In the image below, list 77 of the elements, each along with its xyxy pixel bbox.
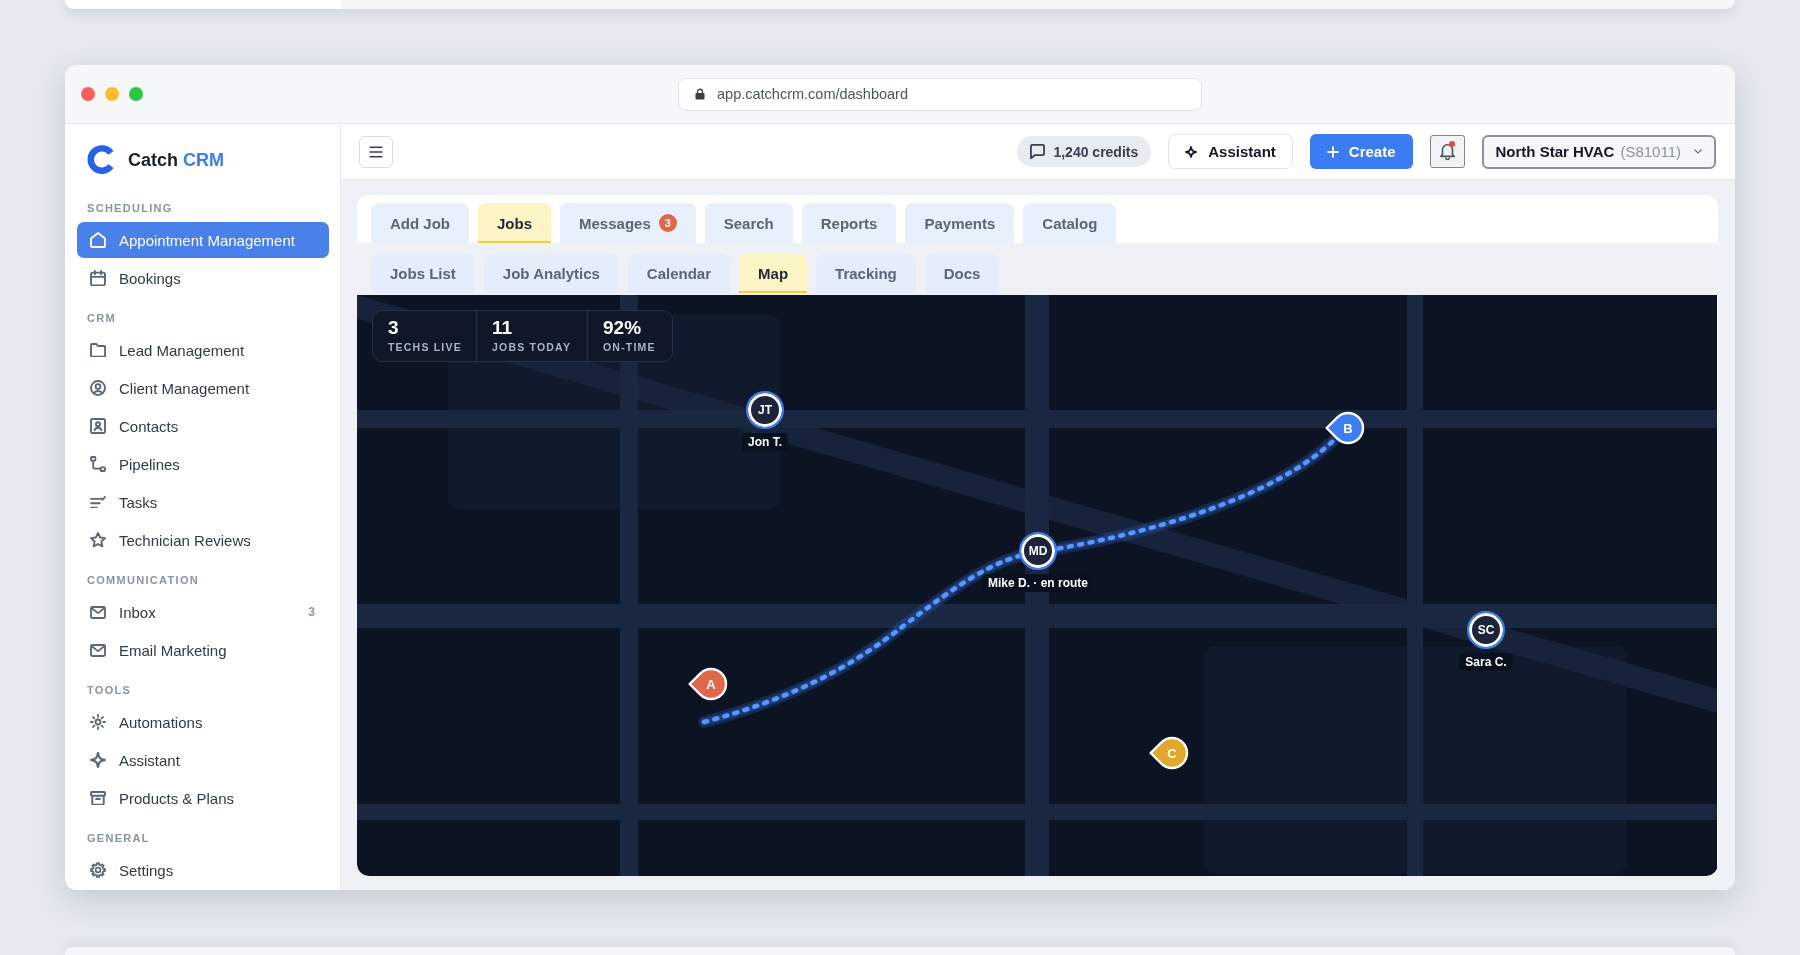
sidebar-item[interactable]: Tasks bbox=[77, 484, 329, 520]
tab[interactable]: Tracking bbox=[816, 254, 916, 293]
tab[interactable]: Docs bbox=[924, 254, 1000, 293]
menu-icon bbox=[369, 145, 383, 158]
tab[interactable]: Search bbox=[704, 203, 793, 243]
notifications-button[interactable] bbox=[1429, 135, 1465, 168]
star-icon bbox=[90, 532, 106, 548]
sidebar-item[interactable]: Email Marketing bbox=[77, 632, 329, 668]
count-badge: 3 bbox=[658, 214, 677, 232]
assistant-button[interactable]: Assistant bbox=[1168, 134, 1293, 169]
stat-label: JOBS TODAY bbox=[492, 340, 573, 354]
sidebar-item[interactable]: Pipelines bbox=[77, 446, 329, 482]
sidebar-item[interactable]: Inbox 3 bbox=[77, 594, 329, 630]
lock-icon bbox=[695, 88, 705, 100]
stat-label: TECHS LIVE bbox=[388, 340, 463, 354]
window-zoom-icon[interactable] bbox=[129, 87, 143, 101]
tab[interactable]: Add Job bbox=[371, 203, 469, 243]
sparkle-icon bbox=[90, 752, 106, 768]
sidebar-item[interactable]: Appointment Management bbox=[77, 222, 329, 258]
envelope-icon bbox=[90, 605, 106, 619]
sidebar-item[interactable]: Client Management bbox=[77, 370, 329, 406]
sidebar-item[interactable]: Technician Reviews bbox=[77, 522, 329, 558]
checklist-icon bbox=[90, 495, 106, 509]
sidebar-item[interactable]: Contacts bbox=[77, 408, 329, 444]
tab[interactable]: Jobs List bbox=[371, 254, 475, 293]
section-label: GENERAL bbox=[86, 831, 151, 846]
house-icon bbox=[90, 232, 106, 248]
tab[interactable]: Jobs bbox=[478, 203, 551, 243]
create-button[interactable]: Create bbox=[1309, 134, 1413, 169]
sidebar-item[interactable]: Lead Management bbox=[77, 332, 329, 368]
credits-button[interactable]: 1,240 credits bbox=[1017, 136, 1152, 167]
section-label: SCHEDULING bbox=[86, 201, 174, 216]
envelope-icon bbox=[90, 643, 106, 657]
sidebar-item[interactable]: Products & Plans bbox=[77, 780, 329, 816]
tab[interactable]: Calendar bbox=[627, 254, 731, 293]
app-name: Catch CRM bbox=[128, 149, 225, 171]
sidebar-item[interactable]: Bookings bbox=[77, 260, 329, 296]
tab[interactable]: Reports bbox=[801, 203, 897, 243]
sun-icon bbox=[90, 714, 106, 730]
tab[interactable]: Catalog bbox=[1023, 203, 1117, 243]
sparkle-icon bbox=[1185, 145, 1198, 158]
account-dropdown[interactable]: North Star HVAC (S81011) bbox=[1481, 134, 1716, 169]
user-circle-icon bbox=[90, 380, 106, 396]
bell-icon bbox=[1439, 143, 1455, 160]
speech-bubble-icon bbox=[1030, 144, 1046, 159]
menu-button[interactable] bbox=[359, 135, 393, 168]
sidebar-item[interactable]: Automations bbox=[77, 704, 329, 740]
stat-value: 11 bbox=[492, 317, 514, 338]
unread-count: 3 bbox=[308, 605, 315, 619]
stat-value: 92% bbox=[603, 317, 643, 338]
connected-boxes-icon bbox=[90, 456, 106, 472]
job-pin[interactable]: B bbox=[1324, 410, 1366, 446]
tab[interactable]: Map bbox=[739, 254, 808, 293]
archive-box-icon bbox=[90, 790, 106, 806]
sidebar-item[interactable]: Settings bbox=[77, 852, 329, 888]
window-close-icon[interactable] bbox=[81, 87, 95, 101]
stat-value: 3 bbox=[388, 317, 400, 338]
contact-card-icon bbox=[90, 418, 106, 434]
folder-icon bbox=[90, 342, 106, 358]
section-label: TOOLS bbox=[86, 683, 133, 698]
tab[interactable]: Job Analytics bbox=[483, 254, 619, 293]
gear-icon bbox=[90, 862, 106, 878]
plus-icon bbox=[1326, 145, 1339, 158]
calendar-icon bbox=[90, 269, 106, 287]
stat-label: ON-TIME bbox=[603, 340, 657, 354]
sidebar-item[interactable]: Assistant bbox=[77, 742, 329, 778]
marker-label: Jon T. bbox=[742, 433, 788, 451]
marker-label: Sara C. bbox=[1459, 653, 1513, 671]
section-label: COMMUNICATION bbox=[86, 573, 201, 588]
window-minimize-icon[interactable] bbox=[105, 87, 119, 101]
address-bar[interactable]: app.catchcrm.com/dashboard bbox=[678, 77, 1202, 111]
tab[interactable]: Payments bbox=[905, 203, 1015, 243]
chevron-down-icon bbox=[1694, 149, 1702, 154]
marker-label: Mike D. · en route bbox=[982, 574, 1094, 592]
section-label: CRM bbox=[86, 311, 117, 326]
tab[interactable]: Messages 3 bbox=[560, 203, 696, 243]
logo-icon bbox=[87, 144, 115, 176]
